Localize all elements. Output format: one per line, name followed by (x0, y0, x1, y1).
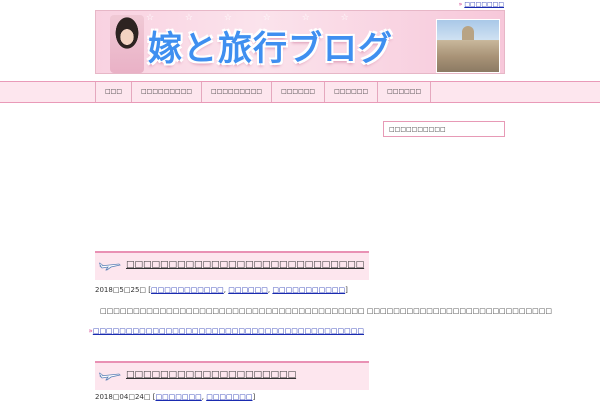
site-banner[interactable]: ☆ ☆ ☆ ☆ ☆ ☆ 嫁と旅行ブログ (95, 10, 505, 74)
nav-item-home[interactable]: □□□ (95, 82, 131, 102)
post-title-link[interactable]: □□□□□□□□□□□□□□□□□□□□□□□□□□□□ (126, 260, 364, 270)
category-link[interactable]: □□□□□□ (228, 286, 268, 294)
sitemap-link[interactable]: □□□□□□□ (464, 1, 504, 8)
global-nav: □□□ □□□□□□□□□ □□□□□□□□□ □□□□□□ □□□□□□ □□… (0, 81, 600, 103)
sitemap-bullet: » (458, 1, 463, 8)
basilica-photo (436, 19, 500, 73)
nav-item-4[interactable]: □□□□□□ (271, 82, 324, 102)
category-link[interactable]: □□□□□□□□□□□ (151, 286, 224, 294)
airplane-icon (99, 262, 121, 271)
post-date: 2018□5□25□ (95, 286, 147, 294)
sidebar-widget: □□□□□□□□□□ (383, 121, 505, 137)
category-link[interactable]: □□□□□□□□□□□ (272, 286, 345, 294)
post-meta: 2018□5□25□ [□□□□□□□□□□□, □□□□□□, □□□□□□□… (95, 286, 348, 294)
nav-item-5[interactable]: □□□□□□ (324, 82, 377, 102)
nav-item-2[interactable]: □□□□□□□□□ (131, 82, 201, 102)
post-header: □□□□□□□□□□□□□□□□□□□□ (95, 361, 369, 390)
nav-item-6[interactable]: □□□□□□ (377, 82, 432, 102)
post-excerpt: □□□□□□□□□□□□□□□□□□□□□□□□□□□□□□□□□□□□□□□□… (100, 307, 552, 315)
read-more-link[interactable]: □□□□□□□□□□□□□□□□□□□□□□□□□□□□□□□□□□□□□□□□… (93, 327, 364, 335)
post-title-link[interactable]: □□□□□□□□□□□□□□□□□□□□ (126, 370, 296, 380)
site-title: 嫁と旅行ブログ (148, 29, 393, 69)
read-more: »□□□□□□□□□□□□□□□□□□□□□□□□□□□□□□□□□□□□□□□… (89, 327, 364, 335)
post-header: □□□□□□□□□□□□□□□□□□□□□□□□□□□□ (95, 251, 369, 280)
category-bracket-close: ] (345, 286, 348, 294)
nav-item-3[interactable]: □□□□□□□□□ (201, 82, 271, 102)
woman-photo (110, 15, 144, 73)
airplane-icon (99, 372, 121, 381)
sitemap-link-wrapper: » □□□□□□□ (459, 1, 504, 8)
sidebar-widget-title: □□□□□□□□□□ (389, 126, 446, 133)
